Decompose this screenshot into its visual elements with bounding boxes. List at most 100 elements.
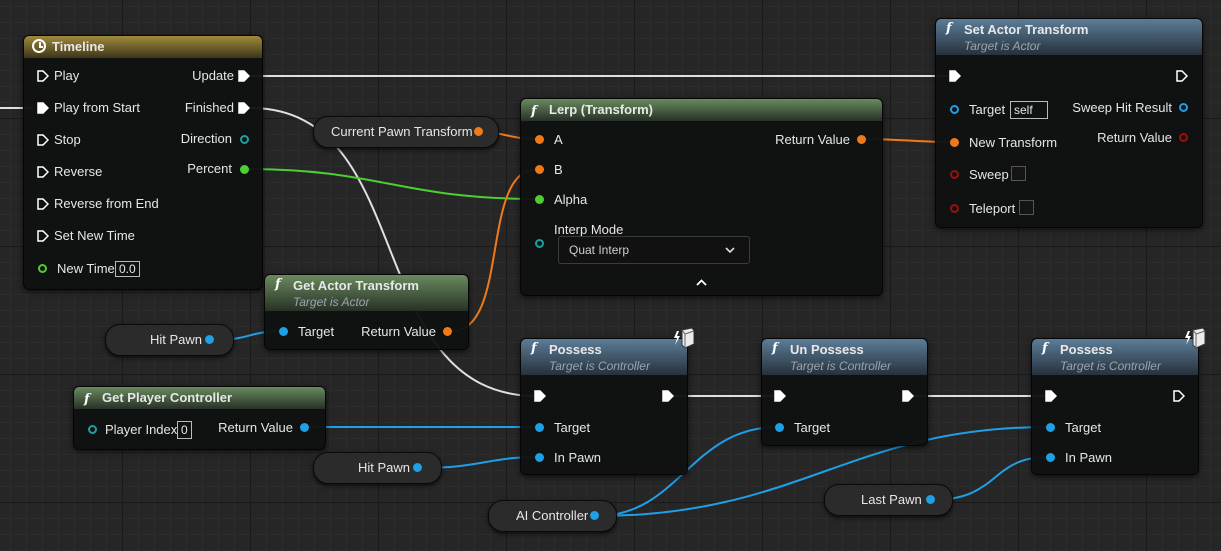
set-actor-transform-header[interactable]: f Set Actor Transform Target is Actor — [936, 19, 1202, 55]
hit-pawn-label: Hit Pawn — [150, 332, 203, 347]
alpha-pin[interactable] — [535, 195, 544, 204]
exec-out-pin[interactable] — [662, 390, 674, 402]
ai-controller-var[interactable]: AI Controller — [488, 500, 617, 532]
get-actor-target-pin[interactable] — [279, 327, 288, 336]
exec-in-set-new-time-pin[interactable] — [37, 230, 49, 242]
exec-in-play-from-start-pin[interactable] — [37, 102, 49, 114]
new-time-input[interactable]: 0.0 — [115, 261, 140, 277]
get-actor-transform-title: Get Actor Transform — [293, 278, 419, 293]
possess-2-in-pawn-pin[interactable] — [1046, 453, 1055, 462]
ai-controller-pin[interactable] — [590, 511, 599, 520]
sweep-pin[interactable] — [950, 170, 959, 179]
current-pawn-transform-pin[interactable] — [474, 127, 483, 136]
ai-controller-label: AI Controller — [516, 508, 589, 523]
get-actor-transform-header[interactable]: f Get Actor Transform Target is Actor — [265, 275, 468, 311]
possess-1-header[interactable]: f Possess Target is Controller — [521, 339, 687, 375]
unpossess-node[interactable]: f Un Possess Target is Controller Target — [761, 338, 928, 446]
unpossess-header[interactable]: f Un Possess Target is Controller — [762, 339, 927, 375]
possess-2-target-label: Target — [1065, 420, 1102, 435]
get-actor-transform-node[interactable]: f Get Actor Transform Target is Actor Ta… — [264, 274, 469, 350]
get-player-controller-title: Get Player Controller — [102, 390, 233, 405]
new-transform-pin[interactable] — [950, 138, 959, 147]
possess-2-title: Possess — [1060, 342, 1113, 357]
a-pin[interactable] — [535, 135, 544, 144]
update-label: Update — [192, 68, 234, 83]
sweep-checkbox[interactable] — [1011, 166, 1026, 181]
hit-pawn-2-label: Hit Pawn — [358, 460, 411, 475]
new-time-pin[interactable] — [38, 264, 47, 273]
current-pawn-transform-var[interactable]: Current Pawn Transform — [313, 116, 499, 148]
exec-out-pin[interactable] — [1173, 390, 1185, 402]
hit-pawn-var-2[interactable]: Hit Pawn — [313, 452, 442, 484]
player-index-pin[interactable] — [88, 425, 97, 434]
return-value-pin[interactable] — [1179, 133, 1188, 142]
stop-label: Stop — [54, 132, 81, 147]
reverse-from-end-label: Reverse from End — [54, 196, 159, 211]
exec-out-update-pin[interactable] — [238, 70, 250, 82]
play-from-start-label: Play from Start — [54, 100, 140, 115]
possess-1-in-pawn-pin[interactable] — [535, 453, 544, 462]
exec-in-pin[interactable] — [1045, 390, 1057, 402]
last-pawn-pin[interactable] — [926, 495, 935, 504]
exec-out-finished-pin[interactable] — [238, 102, 250, 114]
current-pawn-transform-label: Current Pawn Transform — [331, 124, 473, 139]
gpc-return-value-label: Return Value — [218, 420, 293, 435]
get-player-controller-header[interactable]: f Get Player Controller — [74, 387, 325, 409]
interp-mode-pin[interactable] — [535, 239, 544, 248]
exec-in-reverse-pin[interactable] — [37, 166, 49, 178]
interp-mode-dropdown[interactable]: Quat Interp — [558, 236, 750, 264]
target-pin[interactable] — [950, 105, 959, 114]
exec-out-pin[interactable] — [902, 390, 914, 402]
exec-in-pin[interactable] — [949, 70, 961, 82]
target-label: Target — [969, 102, 1006, 117]
target-self-input[interactable]: self — [1010, 101, 1048, 119]
possess-2-in-pawn-label: In Pawn — [1065, 450, 1112, 465]
finished-label: Finished — [184, 100, 234, 115]
exec-in-play-pin[interactable] — [37, 70, 49, 82]
player-index-input[interactable]: 0 — [177, 421, 192, 439]
b-label: B — [554, 162, 563, 177]
b-pin[interactable] — [535, 165, 544, 174]
chevron-up-icon[interactable] — [696, 279, 707, 286]
possess-1-target-pin[interactable] — [535, 423, 544, 432]
function-icon: f — [772, 341, 778, 356]
a-label: A — [554, 132, 563, 147]
server-authority-icon — [1185, 327, 1206, 349]
hit-pawn-2-pin[interactable] — [413, 463, 422, 472]
hit-pawn-pin[interactable] — [205, 335, 214, 344]
set-actor-transform-subtitle: Target is Actor — [964, 39, 1041, 53]
exec-in-stop-pin[interactable] — [37, 134, 49, 146]
percent-pin[interactable] — [240, 165, 249, 174]
timeline-node[interactable]: Timeline Play Play from Start Stop Rever… — [23, 35, 263, 290]
direction-pin[interactable] — [240, 135, 249, 144]
set-actor-transform-title: Set Actor Transform — [964, 22, 1089, 37]
set-actor-transform-node[interactable]: f Set Actor Transform Target is Actor Ta… — [935, 18, 1203, 228]
exec-in-reverse-from-end-pin[interactable] — [37, 198, 49, 210]
teleport-pin[interactable] — [950, 204, 959, 213]
exec-in-pin[interactable] — [534, 390, 546, 402]
unpossess-target-label: Target — [794, 420, 831, 435]
interp-mode-label: Interp Mode — [554, 222, 624, 237]
exec-in-pin[interactable] — [774, 390, 786, 402]
get-actor-target-label: Target — [298, 324, 335, 339]
last-pawn-var[interactable]: Last Pawn — [824, 484, 953, 516]
timeline-header[interactable]: Timeline — [24, 36, 262, 58]
function-icon: f — [275, 277, 281, 292]
lerp-transform-node[interactable]: f Lerp (Transform) A B Alpha Interp Mode… — [520, 98, 883, 296]
exec-out-pin[interactable] — [1176, 70, 1188, 82]
gpc-return-value-pin[interactable] — [300, 423, 309, 432]
possess-2-header[interactable]: f Possess Target is Controller — [1032, 339, 1198, 375]
lerp-header[interactable]: f Lerp (Transform) — [521, 99, 882, 121]
wire-percent-to-alpha — [244, 168, 538, 200]
lerp-return-value-pin[interactable] — [857, 135, 866, 144]
get-actor-return-value-pin[interactable] — [443, 327, 452, 336]
possess-node-1[interactable]: f Possess Target is Controller Target In… — [520, 327, 695, 475]
get-player-controller-node[interactable]: f Get Player Controller Player Index 0 R… — [73, 386, 326, 450]
unpossess-target-pin[interactable] — [775, 423, 784, 432]
possess-1-title: Possess — [549, 342, 602, 357]
sweep-hit-result-pin[interactable] — [1179, 103, 1188, 112]
teleport-checkbox[interactable] — [1019, 200, 1034, 215]
possess-node-2[interactable]: f Possess Target is Controller Target In… — [1031, 327, 1206, 475]
possess-2-target-pin[interactable] — [1046, 423, 1055, 432]
hit-pawn-var[interactable]: Hit Pawn — [105, 324, 234, 356]
